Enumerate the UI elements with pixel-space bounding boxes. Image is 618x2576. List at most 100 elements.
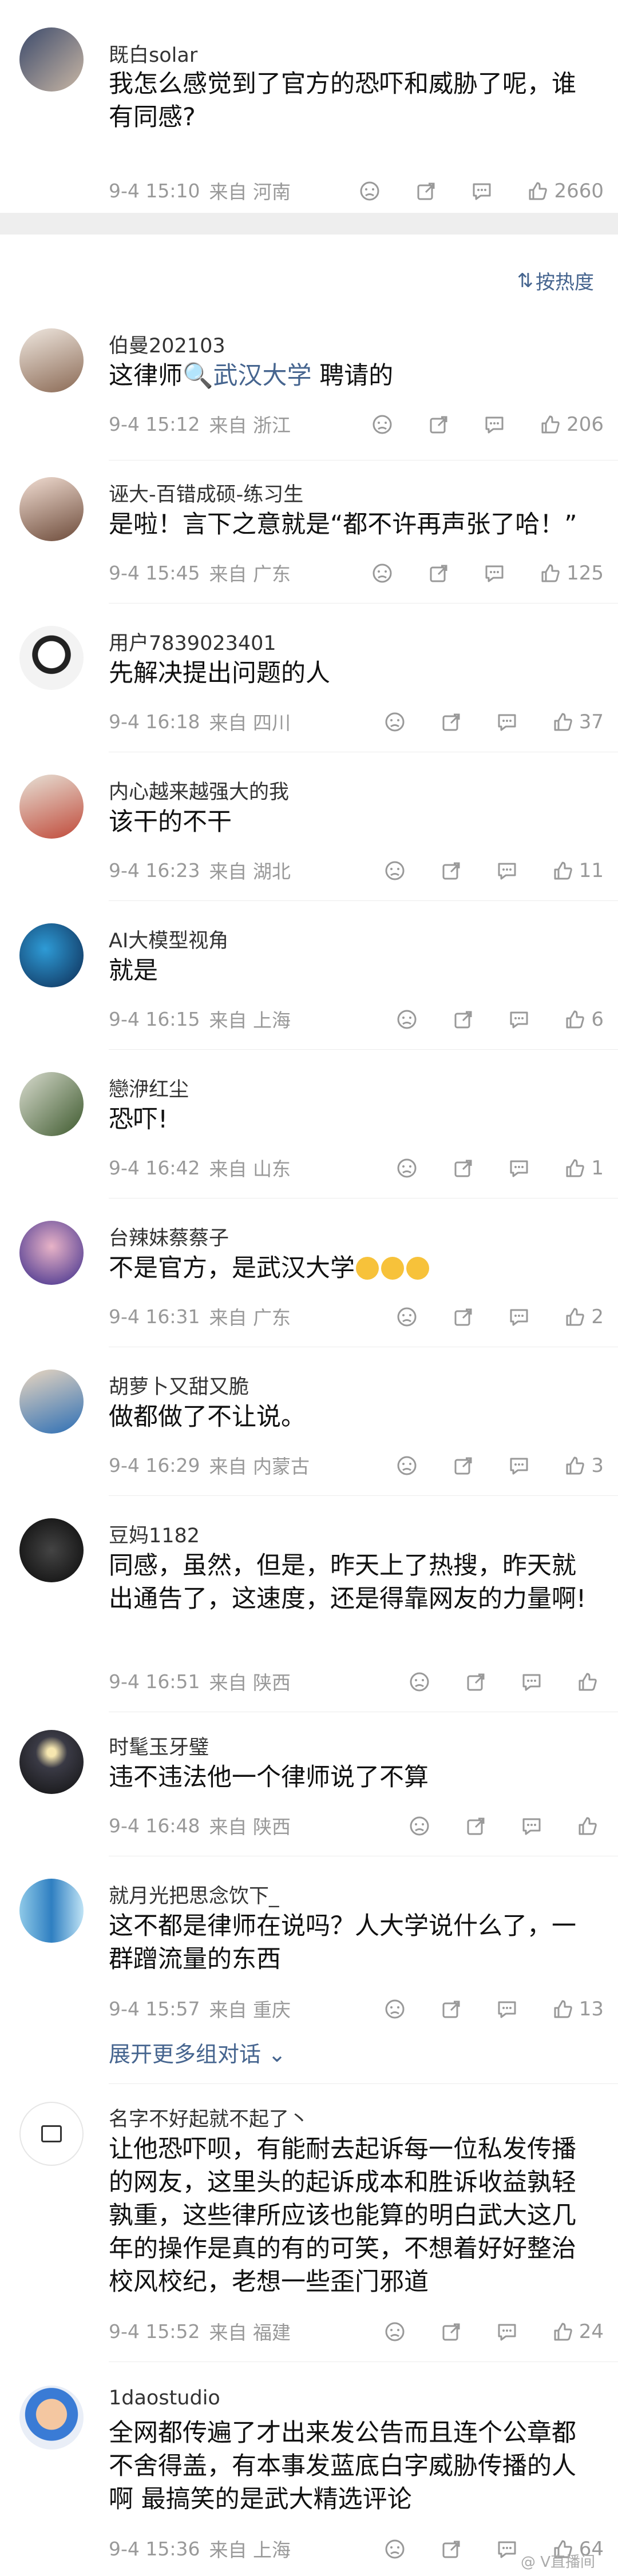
share-button[interactable] (464, 1813, 487, 1837)
reply-button[interactable] (520, 1669, 543, 1693)
comment-author[interactable]: 胡萝卜又甜又脆 (109, 1371, 249, 1400)
laugh-emoji-icon (356, 1257, 379, 1280)
comment-author[interactable]: 名字不好起就不起了丶 (109, 2103, 309, 2132)
share-button[interactable] (451, 1453, 474, 1477)
reply-button[interactable] (496, 1997, 518, 2021)
reply-button[interactable] (470, 178, 493, 203)
comment-author[interactable]: 戀洢红尘 (109, 1073, 189, 1102)
avatar[interactable] (19, 27, 84, 92)
reply-button[interactable] (508, 1156, 530, 1180)
share-button[interactable] (439, 858, 462, 882)
dislike-button[interactable] (358, 178, 381, 203)
reply-button[interactable] (508, 1304, 530, 1328)
like-button[interactable]: 1 (564, 1156, 604, 1180)
reply-button[interactable] (483, 561, 506, 585)
dislike-button[interactable] (408, 1669, 431, 1693)
comment-author[interactable]: 用户7839023401 (109, 627, 276, 656)
share-button[interactable] (451, 1304, 474, 1328)
comment-author[interactable]: 时髦玉牙璧 (109, 1731, 209, 1760)
comment-meta: 9-4 16:51 来自 陕西 (109, 1668, 604, 1694)
dislike-button[interactable] (395, 1304, 418, 1328)
avatar[interactable] (19, 477, 84, 541)
search-keyword-link[interactable]: 🔍武汉大学 (183, 362, 312, 390)
reply-button[interactable] (496, 709, 518, 733)
comment-author[interactable]: 就月光把思念饮下_ (109, 1880, 279, 1909)
like-button[interactable]: 11 (552, 858, 604, 882)
dislike-button[interactable] (395, 1453, 418, 1477)
dislike-button[interactable] (383, 2319, 406, 2343)
share-button[interactable] (427, 412, 450, 436)
dislike-button[interactable] (395, 1007, 418, 1031)
dislike-button[interactable] (383, 2537, 406, 2561)
share-button[interactable] (414, 178, 437, 203)
like-button[interactable] (576, 1813, 604, 1837)
share-icon (451, 1008, 474, 1031)
dislike-button[interactable] (383, 858, 406, 882)
reply-button[interactable] (508, 1453, 530, 1477)
like-button[interactable]: 37 (552, 709, 604, 733)
reply-button[interactable] (496, 858, 518, 882)
sort-toggle[interactable]: ⇅ 按热度 (517, 267, 595, 295)
like-button[interactable]: 206 (539, 412, 604, 436)
avatar[interactable] (19, 1879, 84, 1943)
share-button[interactable] (451, 1007, 474, 1031)
reply-button[interactable] (496, 2537, 518, 2561)
avatar[interactable] (19, 1370, 84, 1434)
avatar[interactable] (19, 2386, 84, 2450)
share-button[interactable] (464, 1669, 487, 1693)
share-icon (427, 413, 450, 436)
comment-icon (483, 413, 506, 436)
share-button[interactable] (427, 561, 450, 585)
comment-author[interactable]: 台辣妹蔡蔡子 (109, 1222, 229, 1251)
share-button[interactable] (439, 2319, 462, 2343)
avatar[interactable] (19, 328, 84, 392)
comment-text: 同感，虽然，但是，昨天上了热搜，昨天就出通告了，这速度，还是得靠网友的力量啊! (109, 1551, 587, 1613)
divider (109, 2361, 618, 2362)
like-button[interactable]: 3 (564, 1453, 604, 1477)
dislike-button[interactable] (371, 561, 394, 585)
reply-button[interactable] (520, 1813, 543, 1837)
reply-button[interactable] (496, 2319, 518, 2343)
avatar[interactable] (19, 1072, 84, 1136)
avatar[interactable] (19, 923, 84, 987)
like-button[interactable]: 125 (539, 561, 604, 585)
like-button[interactable]: 6 (564, 1007, 604, 1031)
share-button[interactable] (439, 2537, 462, 2561)
share-button[interactable] (439, 1997, 462, 2021)
divider (109, 460, 618, 461)
comment-author[interactable]: 诬大-百错成硕-练习生 (109, 478, 303, 507)
share-icon (427, 562, 450, 585)
comment-author[interactable]: 既白solar (109, 39, 197, 68)
avatar[interactable] (19, 2102, 84, 2166)
share-icon (451, 1454, 474, 1477)
like-button[interactable] (576, 1669, 604, 1693)
comment-author[interactable]: 伯曼202103 (109, 330, 225, 359)
comment-author[interactable]: 1daostudio (109, 2387, 220, 2410)
expand-more-link[interactable]: 展开更多组对话 ⌄ (109, 2037, 286, 2068)
dislike-icon (371, 413, 394, 436)
avatar[interactable] (19, 1730, 84, 1794)
dislike-button[interactable] (383, 709, 406, 733)
dislike-button[interactable] (395, 1156, 418, 1180)
comment-author[interactable]: 豆妈1182 (109, 1519, 200, 1549)
like-button[interactable]: 13 (552, 1997, 604, 2021)
reply-button[interactable] (483, 412, 506, 436)
divider (109, 603, 618, 604)
avatar[interactable] (19, 775, 84, 839)
comment-author[interactable]: AI大模型视角 (109, 924, 228, 954)
like-count: 3 (591, 1454, 604, 1477)
share-button[interactable] (439, 709, 462, 733)
like-button[interactable]: 2 (564, 1304, 604, 1328)
reply-button[interactable] (508, 1007, 530, 1031)
like-button[interactable]: 2660 (526, 178, 604, 203)
dislike-button[interactable] (408, 1813, 431, 1837)
avatar[interactable] (19, 626, 84, 690)
avatar[interactable] (19, 1221, 84, 1285)
dislike-button[interactable] (383, 1997, 406, 2021)
comment-text: 我怎么感觉到了官方的恐吓和威胁了呢，谁有同感? (109, 70, 576, 132)
avatar[interactable] (19, 1518, 84, 1582)
dislike-button[interactable] (371, 412, 394, 436)
like-button[interactable]: 24 (552, 2319, 604, 2343)
share-button[interactable] (451, 1156, 474, 1180)
comment-author[interactable]: 内心越来越强大的我 (109, 776, 289, 805)
